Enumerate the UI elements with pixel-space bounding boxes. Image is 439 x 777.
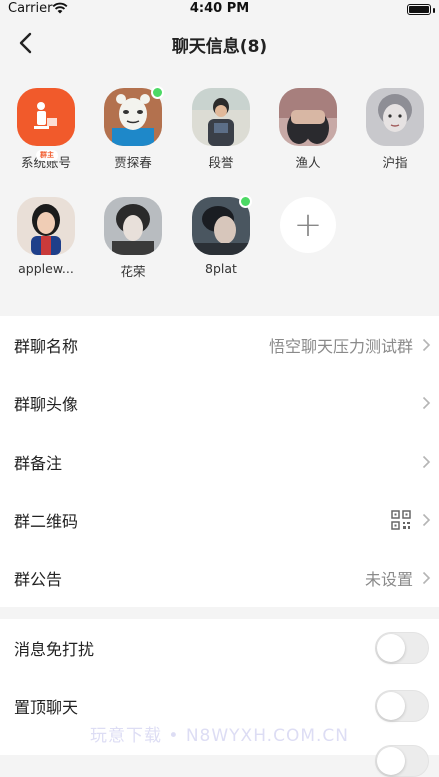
member-grid: 群主 系统账号 贾探春 段誉 渔人 沪指 applew... 花荣 8plat … bbox=[0, 70, 439, 315]
toggle-knob bbox=[377, 692, 405, 720]
toggle-knob bbox=[377, 747, 405, 775]
toggle-knob bbox=[377, 634, 405, 662]
chevron-right-icon bbox=[422, 338, 431, 352]
online-indicator bbox=[239, 195, 252, 208]
member-item[interactable]: 8plat bbox=[181, 195, 261, 276]
group-name-label: 群聊名称 bbox=[14, 337, 79, 356]
avatar bbox=[17, 197, 75, 255]
group-name-value: 悟空聊天压力测试群 bbox=[268, 337, 413, 356]
photo-avatar-icon bbox=[366, 88, 424, 146]
chevron-right-icon bbox=[422, 396, 431, 410]
group-remark-label: 群备注 bbox=[14, 454, 63, 473]
avatar bbox=[279, 88, 337, 146]
status-time: 4:40 PM bbox=[189, 1, 250, 16]
online-indicator bbox=[151, 86, 164, 99]
member-item[interactable]: 渔人 bbox=[268, 88, 348, 171]
mute-row: 消息免打扰 bbox=[0, 619, 439, 677]
group-notice-row[interactable]: 群公告 未设置 bbox=[0, 549, 439, 607]
page-title: 聊天信息(8) bbox=[171, 37, 268, 57]
avatar bbox=[104, 86, 164, 146]
member-name: applew... bbox=[18, 261, 74, 276]
pin-toggle[interactable] bbox=[375, 690, 429, 722]
mute-label: 消息免打扰 bbox=[14, 640, 95, 659]
group-notice-value: 未设置 bbox=[364, 570, 413, 589]
avatar bbox=[192, 195, 252, 255]
avatar bbox=[192, 88, 250, 146]
avatar bbox=[366, 88, 424, 146]
photo-avatar-icon bbox=[17, 197, 75, 255]
owner-badge: 群主 bbox=[36, 150, 58, 161]
member-name: 花荣 bbox=[120, 264, 146, 279]
avatar bbox=[104, 197, 162, 255]
group-avatar-label: 群聊头像 bbox=[14, 395, 79, 414]
member-name: 段誉 bbox=[208, 155, 234, 170]
status-bar: Carrier 4:40 PM bbox=[0, 0, 439, 20]
qr-code-icon bbox=[391, 510, 411, 530]
member-item[interactable]: 群主 系统账号 bbox=[6, 88, 86, 171]
member-item[interactable]: 花荣 bbox=[93, 197, 173, 280]
member-item[interactable]: 段誉 bbox=[181, 88, 261, 171]
chevron-right-icon bbox=[422, 455, 431, 469]
add-member-button[interactable]: + bbox=[268, 197, 348, 253]
member-name: 沪指 bbox=[382, 155, 408, 170]
avatar: 群主 bbox=[17, 88, 75, 161]
chevron-right-icon bbox=[422, 571, 431, 585]
group-settings-section: 群聊名称 悟空聊天压力测试群 群聊头像 群备注 群二维码 群公告 未设置 bbox=[0, 316, 439, 607]
group-qrcode-row[interactable]: 群二维码 bbox=[0, 491, 439, 549]
system-account-avatar-icon bbox=[17, 88, 75, 146]
group-notice-label: 群公告 bbox=[14, 570, 63, 589]
nav-bar: 聊天信息(8) bbox=[0, 20, 439, 66]
member-name: 8plat bbox=[205, 261, 237, 276]
add-icon[interactable]: + bbox=[280, 197, 336, 253]
member-item[interactable]: applew... bbox=[6, 197, 86, 276]
photo-avatar-icon bbox=[279, 88, 337, 146]
group-avatar-row[interactable]: 群聊头像 bbox=[0, 374, 439, 432]
group-remark-row[interactable]: 群备注 bbox=[0, 433, 439, 491]
battery-cap bbox=[433, 8, 435, 13]
watermark: 玩意下载 • N8WYXH.COM.CN bbox=[89, 726, 349, 746]
pin-label: 置顶聊天 bbox=[14, 698, 79, 717]
group-qrcode-label: 群二维码 bbox=[14, 512, 79, 531]
mute-toggle[interactable] bbox=[375, 632, 429, 664]
member-name: 渔人 bbox=[295, 155, 321, 170]
member-item[interactable]: 沪指 bbox=[355, 88, 435, 171]
photo-avatar-icon bbox=[104, 197, 162, 255]
battery-icon bbox=[407, 4, 431, 15]
partial-toggle[interactable] bbox=[375, 745, 429, 777]
member-item[interactable]: 贾探春 bbox=[93, 86, 173, 171]
chevron-right-icon bbox=[422, 513, 431, 527]
member-name: 贾探春 bbox=[114, 155, 152, 170]
photo-avatar-icon bbox=[192, 88, 250, 146]
group-name-row[interactable]: 群聊名称 悟空聊天压力测试群 bbox=[0, 316, 439, 374]
